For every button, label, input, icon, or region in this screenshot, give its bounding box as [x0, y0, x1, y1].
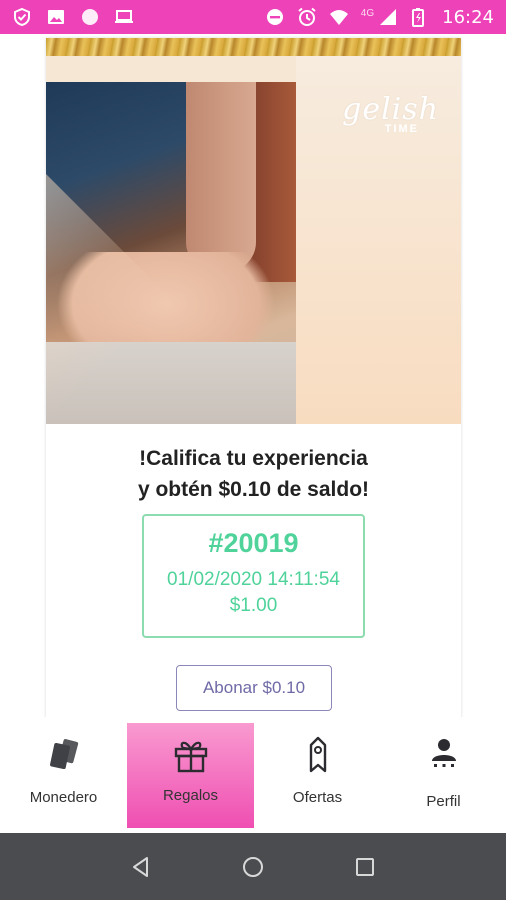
tab-label: Regalos — [162, 787, 219, 804]
wallet-cards-icon — [44, 735, 84, 775]
rating-card: gelish TIME !Califica tu experiencia y o… — [46, 38, 461, 717]
signal-icon — [378, 7, 398, 27]
system-navigation-bar — [0, 833, 506, 900]
alarm-icon — [297, 7, 317, 27]
ticket-box: #20019 01/02/2020 14:11:54 $1.00 — [142, 514, 365, 638]
circle-icon — [80, 7, 100, 27]
abonar-button[interactable]: Abonar $0.10 — [176, 665, 332, 711]
promo-image: gelish TIME — [46, 56, 461, 424]
tab-label: Perfil — [426, 793, 461, 810]
shield-icon — [12, 7, 32, 27]
gift-icon — [171, 735, 211, 775]
person-icon — [424, 735, 464, 775]
brand-logo: gelish TIME — [342, 92, 439, 135]
tab-regalos[interactable]: Regalos — [127, 723, 254, 828]
back-icon[interactable] — [129, 855, 153, 879]
recents-icon[interactable] — [353, 855, 377, 879]
gold-banner-strip — [46, 38, 461, 56]
brand-logo-text: gelish — [342, 92, 439, 127]
tab-ofertas[interactable]: Ofertas — [254, 717, 381, 833]
tab-label: Monedero — [29, 789, 98, 806]
laptop-icon — [114, 7, 134, 27]
bottom-tab-bar: Monedero Regalos Ofertas Perfil — [0, 717, 506, 833]
battery-icon — [410, 7, 430, 27]
wifi-icon — [329, 7, 349, 27]
ticket-datetime: 01/02/2020 14:11:54 — [167, 569, 340, 590]
tab-monedero[interactable]: Monedero — [0, 717, 127, 833]
clock-time: 16:24 — [442, 6, 494, 28]
ticket-number: #20019 — [208, 528, 299, 558]
headline-line-1: !Califica tu experiencia — [139, 447, 368, 470]
main-content: gelish TIME !Califica tu experiencia y o… — [0, 34, 506, 717]
ticket-amount: $1.00 — [229, 595, 278, 616]
rating-headline: !Califica tu experiencia y obtén $0.10 d… — [46, 443, 461, 505]
home-icon[interactable] — [241, 855, 265, 879]
headline-line-2: y obtén $0.10 de saldo! — [137, 478, 370, 501]
tab-perfil[interactable]: Perfil — [381, 717, 506, 833]
tag-icon — [298, 735, 338, 775]
network-type-label: 4G — [360, 7, 375, 19]
status-bar: 4G 16:24 — [0, 0, 506, 34]
tab-label: Ofertas — [292, 789, 343, 806]
image-icon — [46, 7, 66, 27]
dnd-icon — [265, 7, 285, 27]
